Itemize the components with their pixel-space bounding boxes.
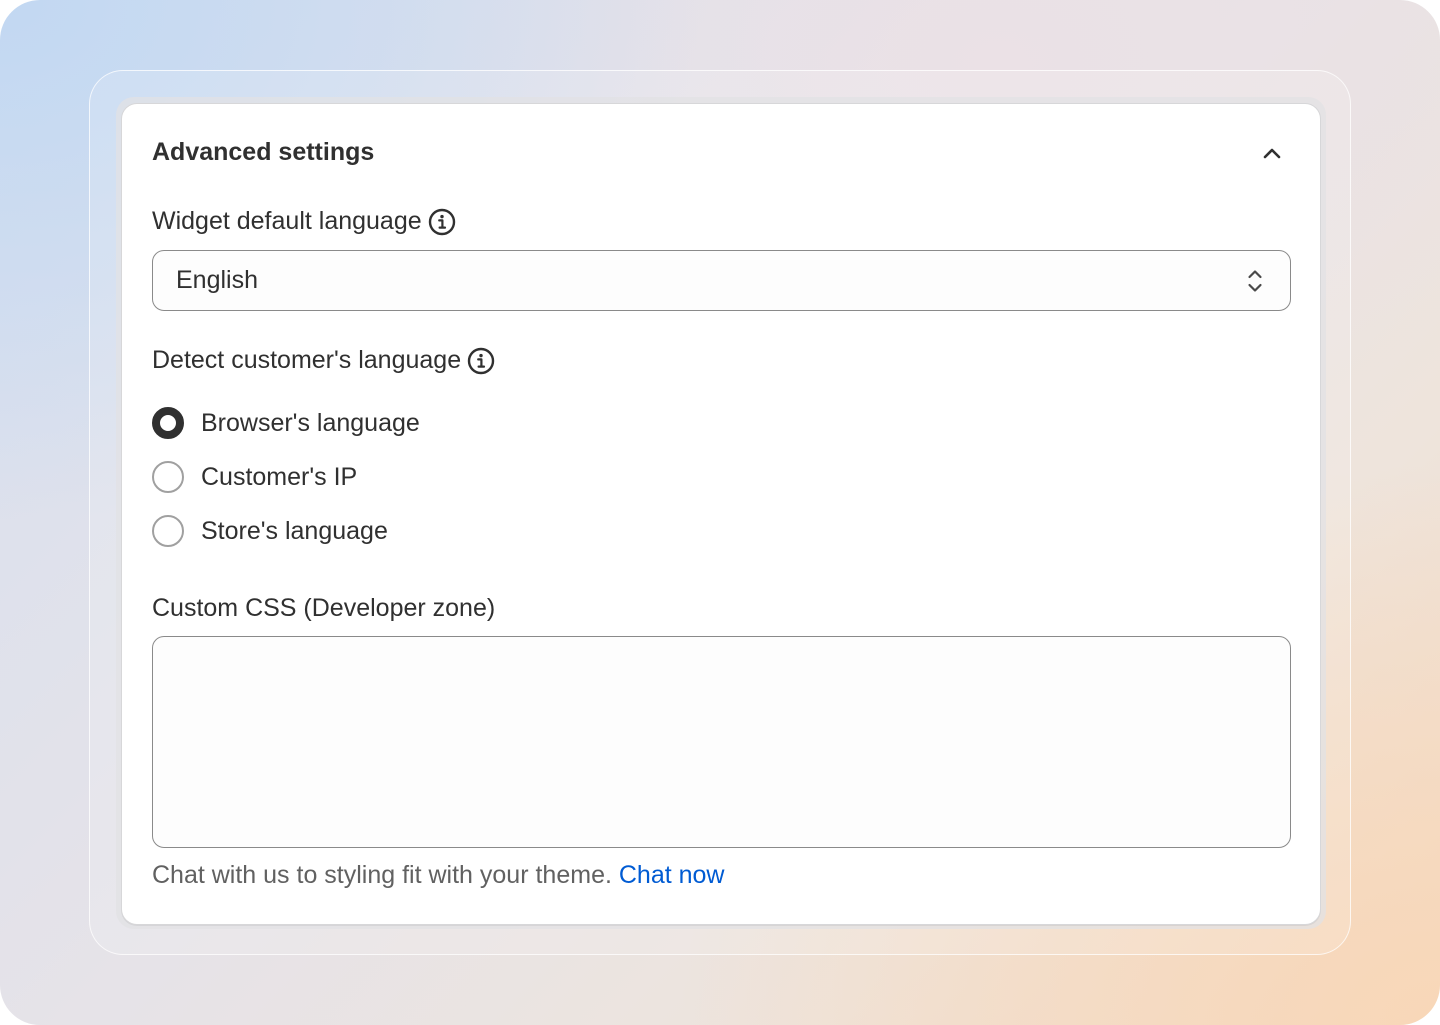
- radio-button[interactable]: [152, 515, 184, 547]
- detect-language-label-row: Detect customer's language: [152, 346, 495, 375]
- selected-language: English: [176, 266, 258, 294]
- advanced-settings-card: Advanced settings Widget default languag…: [121, 103, 1321, 925]
- radio-label: Store's language: [201, 516, 388, 545]
- radio-button-checked[interactable]: [152, 407, 184, 439]
- chat-now-link[interactable]: Chat now: [619, 861, 725, 889]
- radio-customers-ip[interactable]: Customer's IP: [152, 460, 357, 494]
- widget-language-select[interactable]: English: [152, 250, 1291, 311]
- radio-label: Customer's IP: [201, 462, 358, 491]
- custom-css-help: Chat with us to styling fit with your th…: [152, 861, 725, 890]
- info-icon[interactable]: [428, 208, 456, 236]
- radio-label: Browser's language: [201, 408, 420, 437]
- select-arrows-icon: [1240, 266, 1270, 296]
- chevron-up-icon[interactable]: [1258, 140, 1286, 168]
- radio-browsers-language[interactable]: Browser's language: [152, 406, 420, 440]
- info-icon[interactable]: [467, 347, 495, 375]
- radio-stores-language[interactable]: Store's language: [152, 514, 388, 548]
- custom-css-label: Custom CSS (Developer zone): [152, 594, 496, 622]
- card-title: Advanced settings: [152, 138, 375, 166]
- custom-css-textarea[interactable]: [152, 636, 1291, 848]
- widget-language-label-row: Widget default language: [152, 207, 456, 236]
- help-text: Chat with us to styling fit with your th…: [152, 861, 612, 889]
- detect-language-label: Detect customer's language: [152, 346, 462, 374]
- radio-button[interactable]: [152, 461, 184, 493]
- widget-language-label: Widget default language: [152, 207, 422, 235]
